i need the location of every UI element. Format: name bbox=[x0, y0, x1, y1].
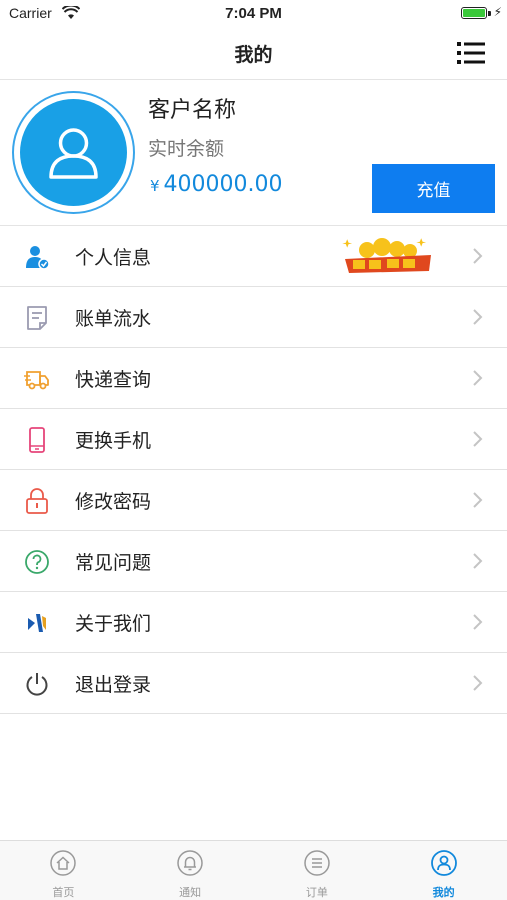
battery-icon bbox=[461, 7, 487, 19]
phone-icon bbox=[29, 427, 45, 453]
tab-home[interactable]: 首页 bbox=[0, 841, 127, 900]
power-icon bbox=[26, 673, 48, 696]
tab-label: 首页 bbox=[52, 886, 75, 899]
promo-badge-icon bbox=[342, 238, 431, 273]
user-icon bbox=[49, 128, 98, 179]
chevron-right-icon bbox=[473, 370, 483, 386]
tab-orders[interactable]: 订单 bbox=[254, 841, 381, 900]
menu-item-label: 账单流水 bbox=[75, 308, 152, 330]
chevron-right-icon bbox=[473, 553, 483, 569]
chevron-right-icon bbox=[473, 431, 483, 447]
chevron-right-icon bbox=[473, 309, 483, 325]
tab-notifications[interactable]: 通知 bbox=[127, 841, 254, 900]
recharge-button[interactable]: 充值 bbox=[372, 164, 495, 213]
bell-icon bbox=[177, 850, 203, 876]
currency-symbol: ¥ bbox=[150, 177, 160, 195]
home-icon bbox=[50, 850, 77, 876]
user-icon bbox=[430, 850, 457, 876]
page-title: 我的 bbox=[234, 44, 273, 66]
tab-label: 订单 bbox=[305, 886, 328, 899]
avatar-circle bbox=[20, 99, 127, 206]
list-icon bbox=[304, 850, 330, 876]
charging-icon: ⚡ bbox=[493, 5, 502, 19]
menu-item-label: 关于我们 bbox=[75, 613, 152, 635]
balance-amount: 400000.00 bbox=[163, 172, 283, 197]
menu-item-label: 常见问题 bbox=[75, 552, 152, 574]
avatar[interactable] bbox=[12, 91, 135, 214]
menu-item-express-tracking[interactable]: 快递查询 bbox=[0, 348, 507, 409]
battery-tip bbox=[488, 11, 491, 16]
bill-icon bbox=[27, 306, 47, 330]
nav-bar: 我的 bbox=[0, 28, 507, 80]
balance-label: 实时余额 bbox=[148, 138, 225, 160]
menu-item-label: 修改密码 bbox=[75, 491, 152, 513]
balance-value: ¥400000.00 bbox=[150, 172, 283, 197]
menu-item-label: 个人信息 bbox=[75, 247, 152, 269]
person-verified-icon bbox=[26, 246, 50, 270]
menu-item-change-phone[interactable]: 更换手机 bbox=[0, 409, 507, 470]
menu-item-about-us[interactable]: 关于我们 bbox=[0, 592, 507, 653]
truck-icon bbox=[24, 371, 49, 390]
menu-item-label: 退出登录 bbox=[75, 674, 152, 696]
lock-icon bbox=[26, 488, 48, 514]
brand-logo-icon bbox=[28, 614, 46, 632]
list-menu-icon[interactable] bbox=[457, 40, 485, 66]
question-icon bbox=[25, 550, 49, 574]
menu-list: 个人信息 账单流水 快递查询 更换手机 修改密码 常见问题 关于我们 退出登录 bbox=[0, 226, 507, 714]
clock: 7:04 PM bbox=[225, 5, 282, 22]
status-bar: Carrier 7:04 PM ⚡ bbox=[0, 0, 507, 28]
menu-item-change-password[interactable]: 修改密码 bbox=[0, 470, 507, 531]
menu-item-bill-history[interactable]: 账单流水 bbox=[0, 287, 507, 348]
menu-item-label: 更换手机 bbox=[75, 430, 152, 452]
chevron-right-icon bbox=[473, 675, 483, 691]
menu-item-personal-info[interactable]: 个人信息 bbox=[0, 226, 507, 287]
menu-item-faq[interactable]: 常见问题 bbox=[0, 531, 507, 592]
chevron-right-icon bbox=[473, 248, 483, 264]
tab-label: 通知 bbox=[179, 886, 202, 899]
chevron-right-icon bbox=[473, 492, 483, 508]
menu-item-logout[interactable]: 退出登录 bbox=[0, 653, 507, 714]
customer-name: 客户名称 bbox=[148, 98, 237, 123]
profile-card: 客户名称 实时余额 ¥400000.00 充值 bbox=[0, 80, 507, 226]
tab-label: 我的 bbox=[432, 886, 455, 899]
tab-bar: 首页 通知 订单 我的 bbox=[0, 840, 507, 900]
tab-mine[interactable]: 我的 bbox=[380, 841, 507, 900]
menu-item-label: 快递查询 bbox=[75, 369, 152, 391]
chevron-right-icon bbox=[473, 614, 483, 630]
